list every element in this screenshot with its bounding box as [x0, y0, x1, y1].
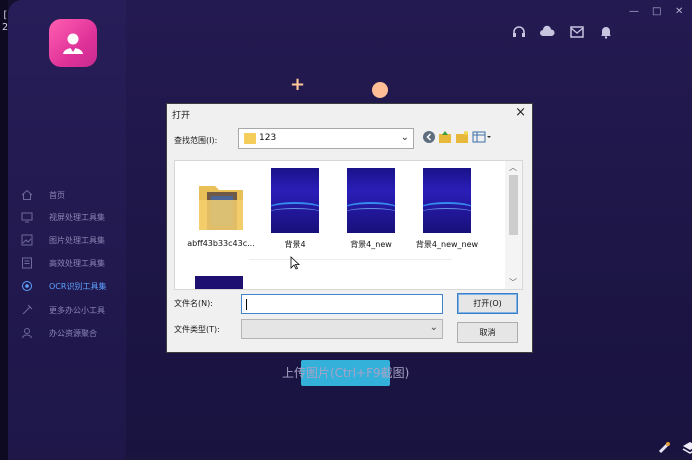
image-thumbnail	[271, 168, 319, 233]
sidebar-item-label: OCR识别工具集	[49, 281, 107, 291]
file-name: 背景4_new	[350, 240, 392, 249]
video-tools-icon	[21, 212, 33, 223]
more-tools-icon	[22, 304, 33, 315]
ocr-tools-icon	[22, 281, 32, 291]
decor-orb	[372, 82, 388, 98]
pin-icon[interactable]	[656, 440, 672, 456]
tooltip-area	[249, 259, 452, 289]
chevron-down-icon: ⌄	[400, 132, 409, 143]
resources-icon	[22, 328, 32, 339]
lookin-value: 123	[259, 133, 277, 143]
bell-icon[interactable]	[598, 24, 614, 40]
open-button[interactable]: 打开(O)	[457, 293, 518, 314]
lookin-label: 查找范围(I):	[174, 136, 218, 145]
file-name: 背景4	[284, 240, 306, 249]
dialog-title: 打开	[172, 111, 191, 121]
filetype-label: 文件类型(T):	[174, 325, 220, 334]
text-caret	[246, 299, 247, 310]
sidebar-item-label: 首页	[49, 190, 65, 200]
sidebar-item-label: 更多办公小工具	[49, 305, 105, 315]
minimize-button[interactable]: —	[629, 6, 639, 17]
up-folder-icon[interactable]	[438, 130, 452, 144]
file-name: 背景4_new_new	[415, 240, 479, 249]
sidebar-item-ocr-tools[interactable]: OCR识别工具集	[8, 276, 126, 296]
maximize-button[interactable]: □	[652, 6, 661, 17]
view-menu-icon[interactable]	[472, 130, 492, 144]
sidebar-item-label: 图片处理工具集	[49, 235, 105, 245]
folder-icon	[199, 186, 243, 230]
upload-button[interactable]: 上传图片(Ctrl+F9截图)	[282, 364, 409, 381]
new-folder-icon[interactable]	[455, 130, 469, 144]
image-thumbnail	[423, 168, 471, 233]
mouse-cursor-icon	[290, 256, 300, 270]
filename-input[interactable]	[241, 294, 443, 314]
sidebar: 首页 视屏处理工具集 图片处理工具集 高效处理工具集 OCR识别工具集 更多办公…	[8, 0, 126, 460]
vertical-scrollbar[interactable]: ︿ ﹀	[505, 161, 522, 289]
mail-icon[interactable]	[569, 24, 585, 40]
headset-icon[interactable]	[511, 24, 527, 40]
filetype-select[interactable]: ⌄	[241, 319, 443, 339]
desktop-edge	[0, 0, 8, 460]
sidebar-item-video-tools[interactable]: 视屏处理工具集	[8, 207, 126, 227]
cancel-button[interactable]: 取消	[457, 322, 518, 343]
home-icon	[21, 189, 33, 200]
scroll-up-icon[interactable]: ︿	[509, 162, 517, 173]
chevron-down-icon: ⌄	[429, 322, 438, 333]
scroll-thumb[interactable]	[509, 175, 518, 235]
sidebar-item-label: 办公资源聚合	[49, 328, 97, 338]
file-name: abff43b33c43c...	[187, 239, 255, 248]
sidebar-item-label: 高效处理工具集	[49, 258, 105, 268]
sidebar-item-image-tools[interactable]: 图片处理工具集	[8, 230, 126, 250]
sidebar-item-more-tools[interactable]: 更多办公小工具	[8, 300, 126, 320]
plus-icon: +	[290, 74, 306, 95]
sidebar-item-home[interactable]: 首页	[8, 185, 126, 205]
sidebar-item-label: 视屏处理工具集	[49, 212, 105, 222]
back-icon[interactable]	[422, 130, 436, 144]
user-avatar-icon	[63, 33, 83, 54]
sidebar-item-resources[interactable]: 办公资源聚合	[8, 323, 126, 343]
status-strip	[124, 455, 692, 460]
file-list[interactable]: abff43b33c43c... 背景4 背景4_new 背景4_new_new…	[174, 160, 523, 290]
efficiency-tools-icon	[22, 257, 32, 269]
app-logo[interactable]	[49, 19, 97, 67]
dialog-close-button[interactable]: ×	[515, 105, 526, 120]
lookin-select[interactable]: 123 ⌄	[238, 128, 414, 149]
open-file-dialog: 打开 × 查找范围(I): 123 ⌄ abff43b33c43c... 背景4…	[166, 103, 533, 353]
image-tools-icon	[21, 234, 33, 246]
partial-thumbnail	[195, 276, 243, 289]
image-thumbnail	[347, 168, 395, 233]
layers-icon[interactable]	[682, 440, 692, 456]
close-button[interactable]: ✕	[675, 6, 683, 17]
cloud-icon[interactable]	[539, 24, 555, 40]
sidebar-item-efficiency-tools[interactable]: 高效处理工具集	[8, 253, 126, 273]
filename-label: 文件名(N):	[174, 299, 213, 308]
scroll-down-icon[interactable]: ﹀	[509, 277, 517, 288]
folder-icon	[244, 133, 256, 144]
